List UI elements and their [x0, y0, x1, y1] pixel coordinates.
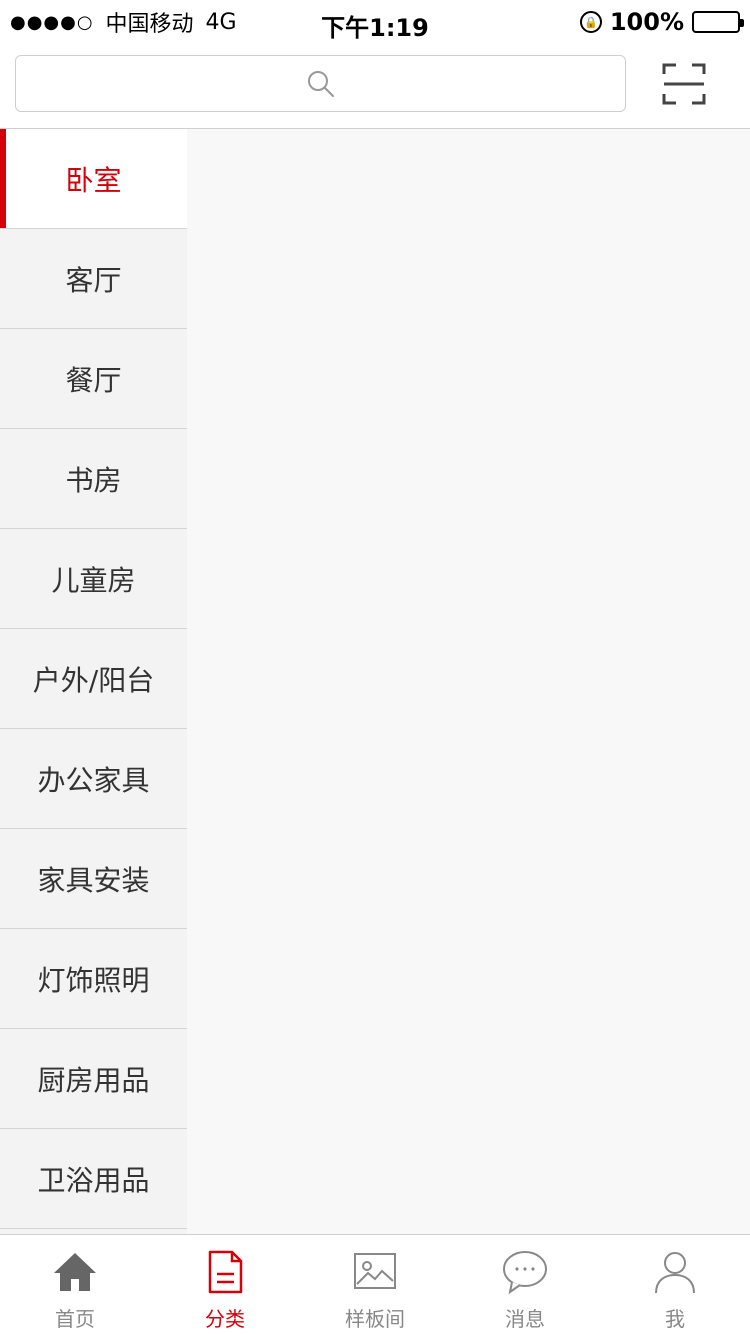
category-content: [187, 129, 750, 1234]
sidebar-item-study[interactable]: 书房: [0, 429, 187, 529]
battery-percent: 100%: [609, 8, 684, 36]
search-icon: [306, 69, 336, 99]
tab-label: 消息: [505, 1307, 545, 1331]
tab-messages[interactable]: 消息: [450, 1235, 600, 1334]
sidebar-item-furniture-install[interactable]: 家具安装: [0, 829, 187, 929]
sidebar-item-lighting[interactable]: 灯饰照明: [0, 929, 187, 1029]
scan-button[interactable]: [662, 62, 706, 106]
sidebar-item-label: 灯饰照明: [37, 963, 150, 997]
sidebar-item-label: 厨房用品: [37, 1063, 150, 1097]
image-icon: [352, 1249, 398, 1295]
sidebar-item-label: 家具安装: [37, 863, 150, 897]
rotation-lock-icon: 🔒: [579, 11, 602, 33]
tab-label: 首页: [55, 1307, 95, 1331]
tab-home[interactable]: 首页: [0, 1235, 150, 1334]
sidebar-item-label: 书房: [65, 463, 122, 497]
bottom-tab-bar: 首页 分类 样板间 消息 我: [0, 1234, 750, 1334]
tab-label: 样板间: [345, 1307, 405, 1331]
sidebar-item-label: 卫浴用品: [37, 1163, 150, 1197]
sidebar-item-label: 儿童房: [51, 563, 136, 597]
sidebar-item-living-room[interactable]: 客厅: [0, 229, 187, 329]
sidebar-item-dining-room[interactable]: 餐厅: [0, 329, 187, 429]
sidebar-item-label: 办公家具: [37, 763, 150, 797]
sidebar-item-kids-room[interactable]: 儿童房: [0, 529, 187, 629]
home-icon: [52, 1249, 98, 1295]
sidebar-item-label: 餐厅: [65, 363, 122, 397]
category-sidebar: 卧室 客厅 餐厅 书房 儿童房 户外/阳台 办公家具 家具安装 灯饰照明 厨房用…: [0, 129, 187, 1234]
sidebar-item-bedroom[interactable]: 卧室: [0, 129, 187, 229]
status-right: 🔒 100%: [579, 0, 744, 44]
search-input[interactable]: [15, 55, 626, 112]
status-bar: ●●●●○ 中国移动 4G 下午1:19 🔒 100%: [0, 0, 750, 44]
document-icon: [202, 1249, 248, 1295]
sidebar-item-label: 卧室: [65, 163, 122, 197]
sidebar-item-bathroom[interactable]: 卫浴用品: [0, 1129, 187, 1229]
battery-icon: [692, 11, 744, 33]
tab-label: 我: [665, 1307, 685, 1331]
tab-showroom[interactable]: 样板间: [300, 1235, 450, 1334]
tab-category[interactable]: 分类: [150, 1235, 300, 1334]
tab-label: 分类: [205, 1307, 245, 1331]
sidebar-item-label: 户外/阳台: [32, 663, 155, 697]
search-header: [0, 44, 750, 129]
sidebar-item-kitchenware[interactable]: 厨房用品: [0, 1029, 187, 1129]
user-icon: [652, 1249, 698, 1295]
chat-icon: [502, 1249, 548, 1295]
sidebar-item-office-furniture[interactable]: 办公家具: [0, 729, 187, 829]
tab-me[interactable]: 我: [600, 1235, 750, 1334]
sidebar-item-outdoor-balcony[interactable]: 户外/阳台: [0, 629, 187, 729]
scan-icon: [662, 63, 706, 105]
sidebar-item-label: 客厅: [65, 263, 122, 297]
